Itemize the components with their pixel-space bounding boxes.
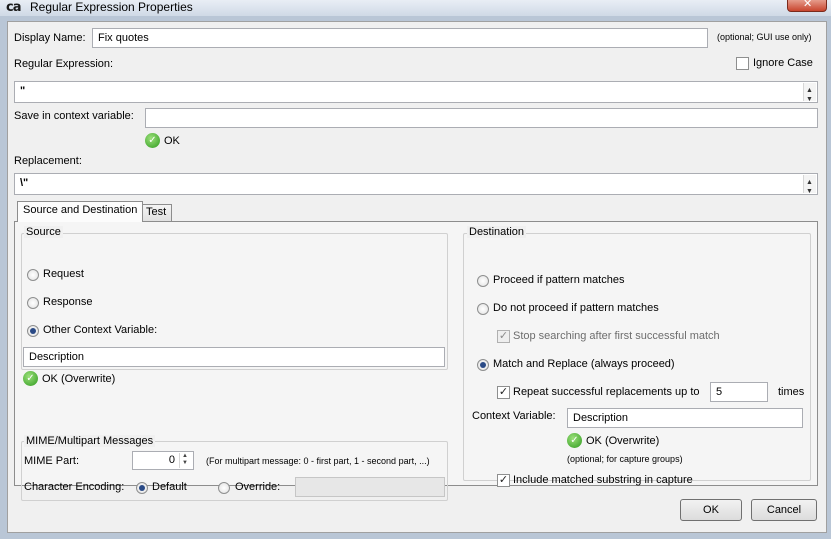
encoding-default-radio[interactable] [136,482,148,494]
include-substring-checkbox[interactable]: ✓ [497,474,510,487]
mime-part-label: MIME Part: [24,455,80,467]
spinner-down-icon[interactable]: ▼ [182,460,188,466]
source-response-radio[interactable] [27,297,39,309]
source-legend: Source [24,226,63,238]
display-name-hint: (optional; GUI use only) [717,32,812,42]
dest-no-proceed-label: Do not proceed if pattern matches [493,302,659,314]
spinner-arrows[interactable]: ▲ ▼ [179,453,192,468]
window-close-button[interactable]: ✕ [787,0,827,12]
tab-panel-source-destination: Source Request Response Other Context Va… [14,221,818,501]
repeat-count-input[interactable]: 5 [710,382,768,402]
source-request-radio[interactable] [27,269,39,281]
encoding-override-label: Override: [235,481,281,493]
scroll-down-icon[interactable]: ▼ [806,93,813,102]
encoding-override-input[interactable] [295,477,445,497]
encoding-label: Character Encoding: [24,481,125,493]
mime-legend: MIME/Multipart Messages [24,435,156,447]
ignore-case-checkbox[interactable] [736,57,749,70]
tab-test[interactable]: Test [140,204,173,221]
regex-value: " [20,85,26,97]
window-titlebar: ca Regular Expression Properties ✕ [0,0,831,16]
context-var-status: OK (Overwrite) [586,435,660,447]
mime-part-spinner[interactable]: 0 ▲ ▼ [132,451,194,470]
mime-part-hint: (For multipart message: 0 - first part, … [206,456,430,466]
spinner-up-icon[interactable]: ▲ [182,453,188,459]
dest-match-replace-radio[interactable] [477,359,489,371]
save-context-status: OK [164,135,180,147]
check-circle-icon: ✓ [145,133,160,148]
dialog-body: Display Name: Fix quotes (optional; GUI … [7,21,827,533]
save-context-input[interactable] [145,108,818,128]
source-variable-input[interactable]: Description [23,347,445,367]
regex-scroll[interactable]: ▲ ▼ [803,83,816,102]
replacement-label: Replacement: [14,155,82,167]
repeat-label: Repeat successful replacements up to [513,386,700,398]
app-logo: ca [6,0,22,15]
replacement-scroll[interactable]: ▲ ▼ [803,175,816,194]
replacement-input[interactable]: \" ▲ ▼ [14,173,818,195]
cancel-button[interactable]: Cancel [751,499,817,521]
encoding-override-radio[interactable] [218,482,230,494]
check-circle-icon: ✓ [23,371,38,386]
source-other-variable-label: Other Context Variable: [43,324,158,336]
tab-source-destination[interactable]: Source and Destination [17,201,144,222]
regex-label: Regular Expression: [14,58,114,70]
regex-input[interactable]: " ▲ ▼ [14,81,818,103]
stop-search-label: Stop searching after first successful ma… [513,330,720,342]
encoding-default-label: Default [152,481,187,493]
ok-button[interactable]: OK [680,499,742,521]
check-circle-icon: ✓ [567,433,582,448]
display-name-input[interactable]: Fix quotes [92,28,708,48]
close-icon: ✕ [803,0,813,10]
context-var-label: Context Variable: [472,410,556,422]
ignore-case-label: Ignore Case [753,57,813,69]
repeat-unit: times [778,386,805,398]
window-title: Regular Expression Properties [30,0,193,14]
include-substring-label: Include matched substring in capture [513,474,693,486]
context-var-input[interactable]: Description [567,408,803,428]
display-name-label: Display Name: [14,32,86,44]
dest-no-proceed-radio[interactable] [477,303,489,315]
source-other-variable-radio[interactable] [27,325,39,337]
save-context-label: Save in context variable: [14,110,134,122]
repeat-checkbox[interactable]: ✓ [497,386,510,399]
source-request-label: Request [43,268,84,280]
source-response-label: Response [43,296,93,308]
context-var-hint: (optional; for capture groups) [567,454,683,464]
replacement-value: \" [20,177,29,189]
scroll-down-icon[interactable]: ▼ [806,185,813,194]
dest-proceed-radio[interactable] [477,275,489,287]
destination-legend: Destination [467,226,527,238]
stop-search-checkbox[interactable]: ✓ [497,330,510,343]
dest-match-replace-label: Match and Replace (always proceed) [493,358,675,370]
mime-part-value: 0 [168,454,175,466]
dest-proceed-label: Proceed if pattern matches [493,274,625,286]
source-variable-status: OK (Overwrite) [42,373,116,385]
